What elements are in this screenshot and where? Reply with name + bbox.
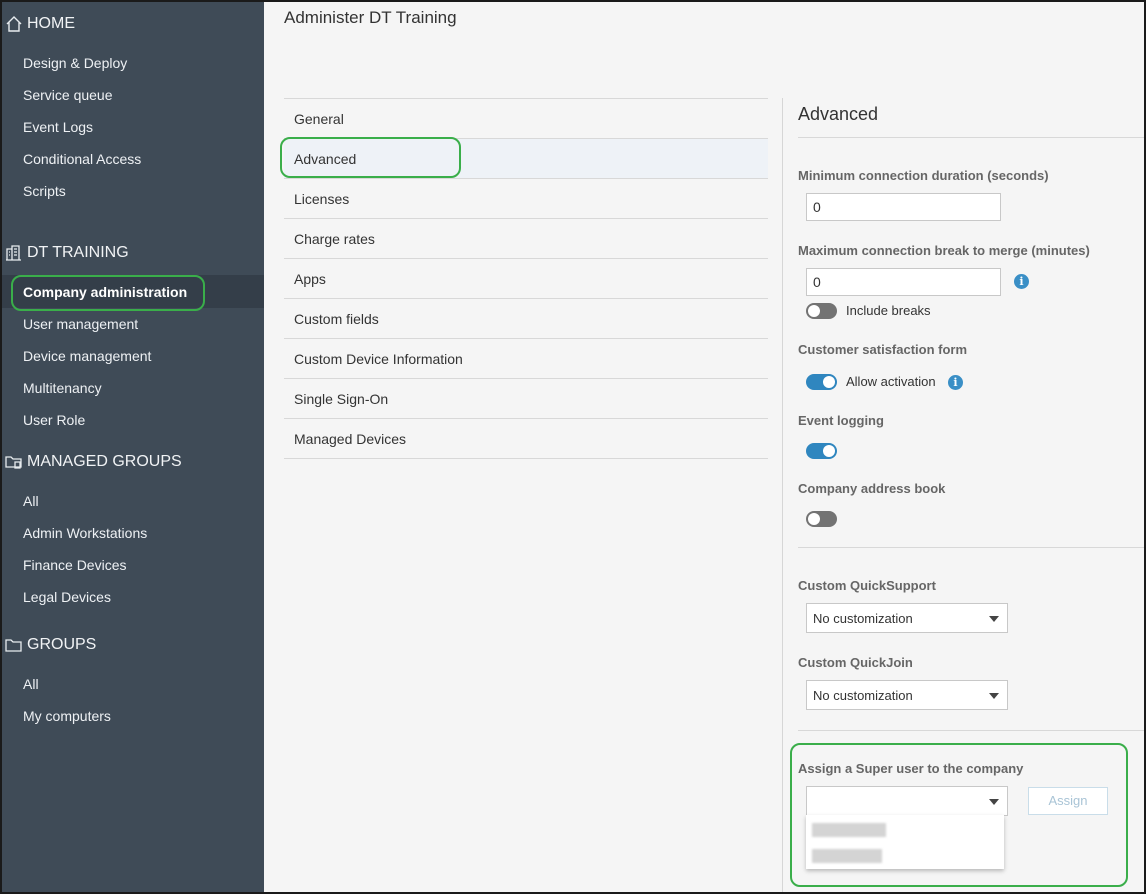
nav-section-home-label: HOME [27,15,75,32]
allow-activation-label: Allow activation [846,374,936,389]
building-icon [6,245,21,261]
home-icon [6,16,22,32]
panel-title-divider [798,137,1144,138]
nav-item-finance-devices[interactable]: Finance Devices [23,557,127,573]
panel-title: Advanced [798,104,879,124]
event-logging-toggle[interactable] [806,443,837,459]
quickjoin-label: Custom QuickJoin [798,655,913,670]
nav-item-event-logs[interactable]: Event Logs [23,119,93,135]
nav-item-user-management[interactable]: User management [23,316,138,332]
nav-section-groups[interactable]: GROUPS [4,635,96,655]
nav-item-service-queue[interactable]: Service queue [23,87,113,103]
max-break-label: Maximum connection break to merge (minut… [798,243,1090,258]
quicksupport-value: No customization [813,611,913,626]
toggle-knob [823,445,835,457]
tab-custom-device-information[interactable]: Custom Device Information [284,339,768,379]
sidebar: HOME Design & Deploy Service queue Event… [2,2,264,892]
folder-icon [5,639,22,652]
nav-section-managed-groups-label: MANAGED GROUPS [27,453,182,470]
list-item[interactable] [806,817,1004,841]
toggle-knob [823,376,835,388]
panel-divider [782,98,783,892]
settings-tabs: General Advanced Licenses Charge rates A… [284,98,768,459]
nav-item-design-deploy[interactable]: Design & Deploy [23,55,127,71]
quickjoin-value: No customization [813,688,913,703]
nav-item-legal-devices[interactable]: Legal Devices [23,589,111,605]
redacted-text [812,849,882,863]
min-duration-label: Minimum connection duration (seconds) [798,168,1049,183]
nav-section-home[interactable]: HOME [4,14,75,34]
tab-general[interactable]: General [284,99,768,139]
nav-item-conditional-access[interactable]: Conditional Access [23,151,141,167]
chevron-down-icon [989,616,999,622]
quicksupport-label: Custom QuickSupport [798,578,936,593]
toggle-knob [808,305,820,317]
main-content: Administer DT Training General Advanced … [264,2,1144,892]
nav-section-groups-label: GROUPS [27,636,97,653]
include-breaks-label: Include breaks [846,303,931,318]
event-logging-label: Event logging [798,413,884,428]
super-user-select[interactable] [806,786,1008,816]
app-window: HOME Design & Deploy Service queue Event… [0,0,1146,894]
chevron-down-icon [989,693,999,699]
nav-item-managed-all[interactable]: All [23,493,39,509]
super-user-label: Assign a Super user to the company [798,761,1024,776]
nav-item-user-role[interactable]: User Role [23,412,85,428]
nav-item-admin-workstations[interactable]: Admin Workstations [23,525,147,541]
nav-item-company-administration[interactable]: Company administration [23,284,187,300]
address-book-toggle[interactable] [806,511,837,527]
chevron-down-icon [989,799,999,805]
tab-advanced[interactable]: Advanced [284,139,768,179]
toggle-knob [808,513,820,525]
tab-licenses[interactable]: Licenses [284,179,768,219]
csat-label: Customer satisfaction form [798,342,968,357]
redacted-text [812,823,886,837]
nav-item-device-management[interactable]: Device management [23,348,151,364]
assign-button[interactable]: Assign [1028,787,1108,815]
tab-single-sign-on[interactable]: Single Sign-On [284,379,768,419]
quickjoin-select[interactable]: No customization [806,680,1008,710]
info-icon[interactable]: i [1014,274,1029,289]
include-breaks-toggle[interactable] [806,303,837,319]
tab-custom-fields[interactable]: Custom fields [284,299,768,339]
tab-managed-devices[interactable]: Managed Devices [284,419,768,459]
min-duration-input[interactable]: 0 [806,193,1001,221]
nav-item-scripts[interactable]: Scripts [23,183,66,199]
nav-item-groups-all[interactable]: All [23,676,39,692]
tab-apps[interactable]: Apps [284,259,768,299]
address-book-label: Company address book [798,481,946,496]
nav-item-my-computers[interactable]: My computers [23,708,111,724]
tab-charge-rates[interactable]: Charge rates [284,219,768,259]
page-title: Administer DT Training [284,8,457,27]
nav-item-multitenancy[interactable]: Multitenancy [23,380,102,396]
nav-section-company[interactable]: DT TRAINING [4,243,129,263]
super-user-dropdown-list [806,815,1004,869]
allow-activation-toggle[interactable] [806,374,837,390]
section-divider [798,730,1144,731]
quicksupport-select[interactable]: No customization [806,603,1008,633]
nav-section-managed-groups[interactable]: MANAGED GROUPS [4,452,182,472]
managed-folder-icon [5,456,22,469]
nav-section-company-label: DT TRAINING [27,244,129,261]
section-divider [798,547,1144,548]
max-break-input[interactable]: 0 [806,268,1001,296]
info-icon[interactable]: i [948,375,963,390]
list-item[interactable] [806,843,1004,867]
